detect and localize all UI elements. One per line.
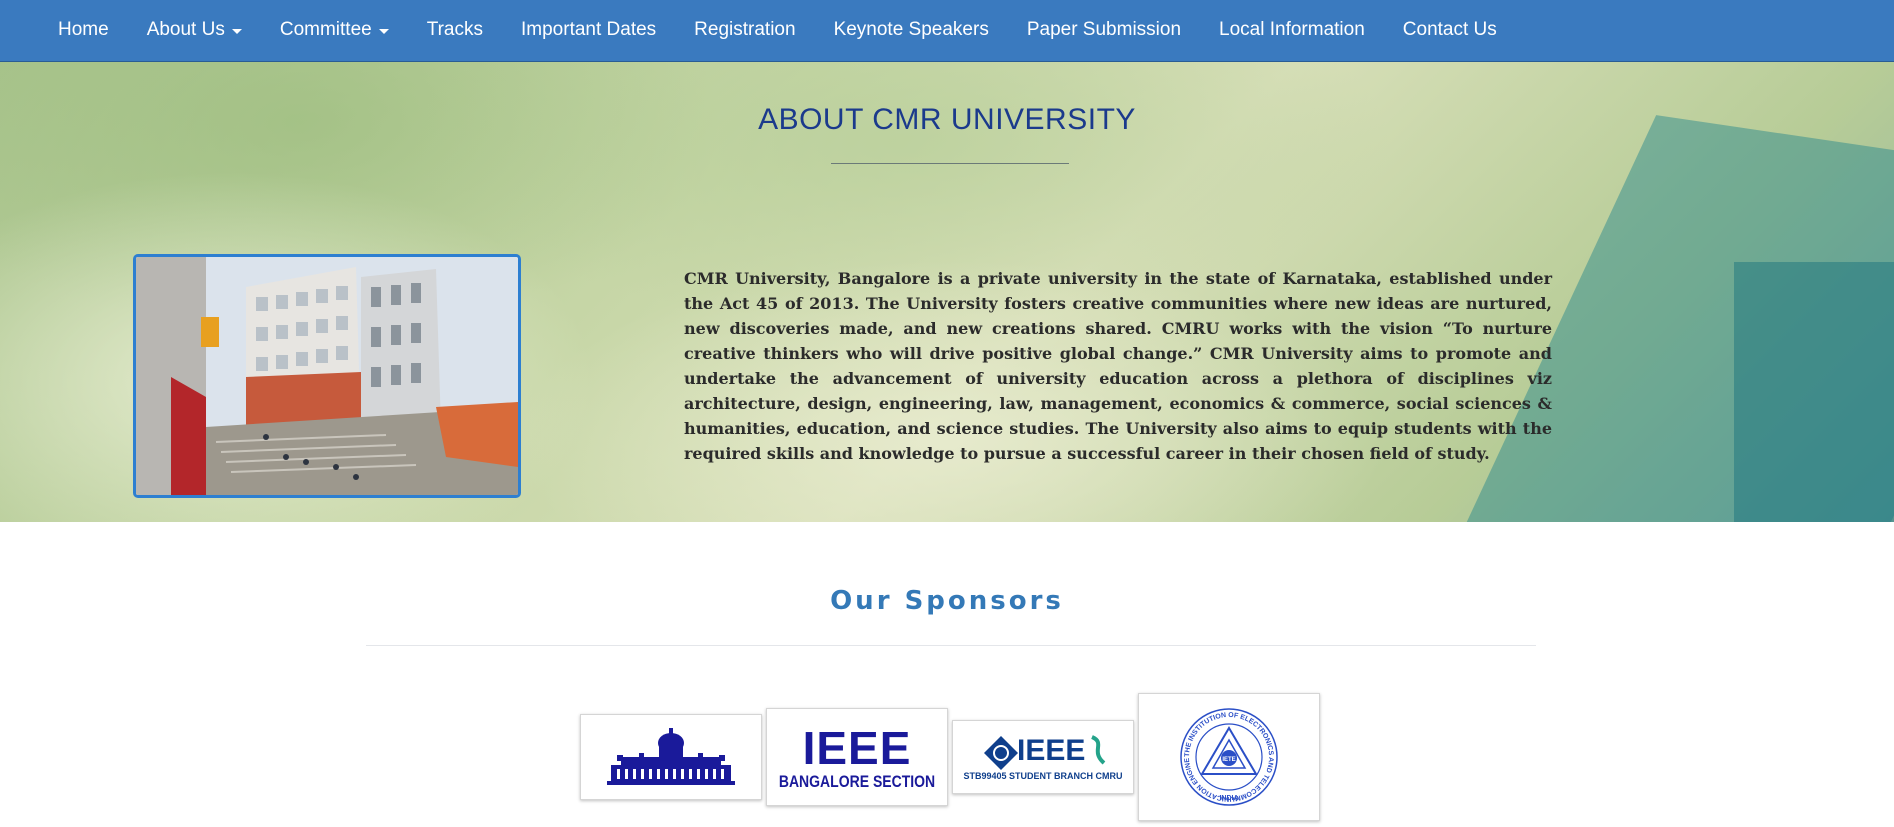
- caret-down-icon: [378, 28, 389, 34]
- nav-item-registration[interactable]: Registration: [675, 0, 814, 60]
- nav-item-label: Registration: [694, 19, 796, 40]
- ieee-section-label: BANGALORE SECTION: [778, 771, 936, 791]
- campus-building-photo: [133, 254, 521, 498]
- nav-item-label: Keynote Speakers: [833, 19, 989, 40]
- nav-item-label: Local Information: [1219, 19, 1365, 40]
- nav-item-about-us[interactable]: About Us: [128, 0, 261, 60]
- branch-label: STUDENT BRANCH: [1009, 771, 1094, 781]
- nav-item-label: Tracks: [426, 19, 483, 40]
- nav-item-label: About Us: [146, 19, 225, 40]
- campus-building-illustration: [136, 257, 518, 495]
- title-divider: [831, 163, 1069, 164]
- sponsors-title: Our Sponsors: [830, 586, 1064, 616]
- nav-item-keynote-speakers[interactable]: Keynote Speakers: [815, 0, 1008, 60]
- branch-university: CMRU: [1095, 771, 1123, 781]
- background-shape: [1734, 262, 1894, 522]
- branch-code: STB99405: [963, 771, 1007, 781]
- ieee-diamond-icon: [984, 736, 1018, 770]
- ieee-wordmark: IEEE: [802, 722, 912, 774]
- iete-ring-text: THE INSTITUTION OF ELECTRONICS AND TELEC…: [1139, 694, 1274, 802]
- nav-item-paper-submission[interactable]: Paper Submission: [1008, 0, 1200, 60]
- sponsor-logo-iete[interactable]: THE INSTITUTION OF ELECTRONICS AND TELEC…: [1138, 693, 1320, 821]
- swoosh-icon: [1091, 735, 1106, 765]
- nav-item-committee[interactable]: Committee: [261, 0, 408, 60]
- iete-seal-icon: THE INSTITUTION OF ELECTRONICS AND TELEC…: [1139, 694, 1278, 806]
- nav-item-label: Paper Submission: [1026, 19, 1182, 40]
- ieee-branch-wordmark: IEEE: [1017, 734, 1086, 767]
- sponsor-logo-ieee-student-branch[interactable]: IEEE STB99405 STUDENT BRANCH CMRU: [952, 720, 1134, 794]
- iete-country-text: INDIA: [1219, 795, 1238, 802]
- nav-menu: Home About Us Committee Tracks Important Dat…: [39, 0, 1516, 60]
- about-description: CMR University, Bangalore is a private u…: [684, 269, 1552, 463]
- sponsor-logo-karnataka[interactable]: [580, 714, 762, 800]
- nav-item-important-dates[interactable]: Important Dates: [502, 0, 675, 60]
- vidhana-soudha-icon: [607, 728, 735, 785]
- nav-item-home[interactable]: Home: [39, 0, 128, 60]
- nav-item-label: Contact Us: [1402, 19, 1497, 40]
- caret-down-icon: [231, 28, 242, 34]
- nav-item-label: Important Dates: [521, 19, 657, 40]
- sponsors-divider: [366, 645, 1536, 646]
- nav-item-tracks[interactable]: Tracks: [408, 0, 502, 60]
- nav-item-contact-us[interactable]: Contact Us: [1384, 0, 1516, 60]
- about-title: ABOUT CMR UNIVERSITY: [758, 103, 1136, 136]
- student-branch-caption: STB99405 STUDENT BRANCH CMRU: [953, 771, 1133, 781]
- navbar: Home About Us Committee Tracks Important Dat…: [0, 0, 1894, 62]
- sponsor-logo-ieee-bangalore[interactable]: IEEE BANGALORE SECTION: [766, 708, 948, 806]
- nav-item-label: Committee: [279, 19, 372, 40]
- iete-mark-text: IETE: [1222, 757, 1235, 763]
- nav-item-label: Home: [58, 19, 109, 40]
- about-section: ABOUT CMR UNIVERSITY CMR University, Ban…: [0, 62, 1894, 522]
- nav-item-local-information[interactable]: Local Information: [1200, 0, 1384, 60]
